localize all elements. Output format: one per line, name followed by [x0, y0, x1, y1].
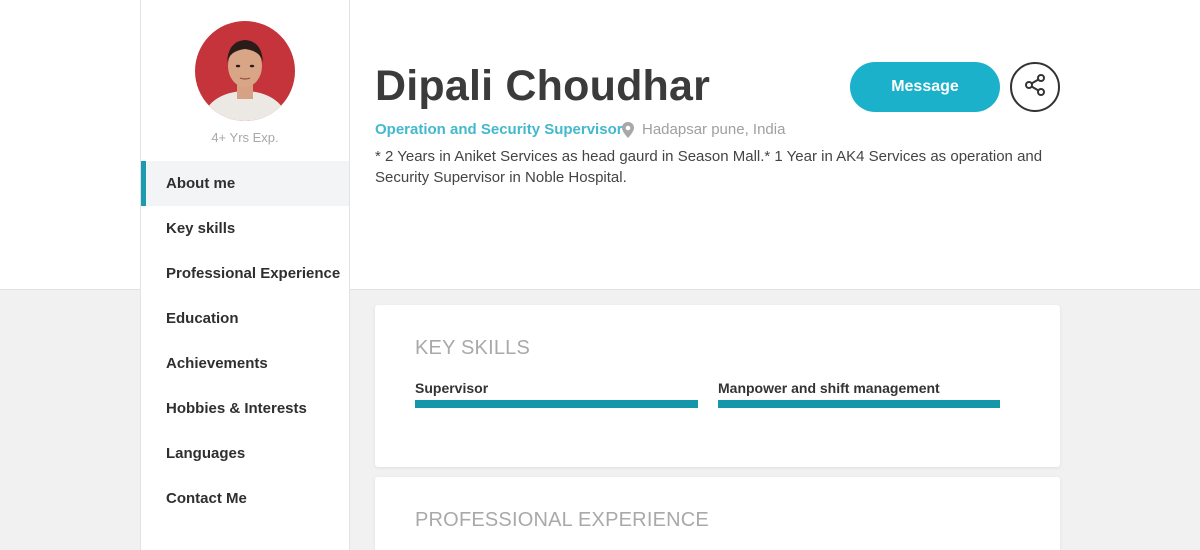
share-icon — [1023, 73, 1047, 102]
profile-summary: * 2 Years in Aniket Services as head gau… — [375, 148, 1043, 186]
professional-experience-card: PROFESSIONAL EXPERIENCE — [375, 477, 1060, 550]
profile-sidebar: 4+ Yrs Exp. About me Key skills Professi… — [140, 0, 350, 550]
skill-name: Manpower and shift management — [718, 380, 940, 396]
sidebar-item-education[interactable]: Education — [141, 296, 349, 341]
share-button[interactable] — [1010, 62, 1060, 112]
skill-name: Supervisor — [415, 380, 489, 396]
sidebar-nav: About me Key skills Professional Experie… — [141, 161, 349, 521]
message-button[interactable]: Message — [850, 62, 1000, 112]
experience-years: 4+ Yrs Exp. — [211, 130, 279, 145]
profile-location: Hadapsar pune, India — [621, 121, 785, 138]
sidebar-item-languages[interactable]: Languages — [141, 431, 349, 476]
location-pin-icon — [621, 121, 635, 138]
key-skills-heading: KEY SKILLS — [415, 337, 531, 359]
sidebar-item-contact-me[interactable]: Contact Me — [141, 476, 349, 521]
sidebar-item-professional-experience[interactable]: Professional Experience — [141, 251, 349, 296]
professional-experience-heading: PROFESSIONAL EXPERIENCE — [415, 509, 709, 531]
sidebar-item-achievements[interactable]: Achievements — [141, 341, 349, 386]
skill-item: Manpower and shift management — [718, 380, 1000, 408]
profile-name: Dipali Choudhar — [375, 62, 711, 110]
sidebar-item-about-me[interactable]: About me — [141, 161, 349, 206]
skill-level-fill — [415, 400, 698, 408]
sidebar-item-hobbies-interests[interactable]: Hobbies & Interests — [141, 386, 349, 431]
sidebar-item-key-skills[interactable]: Key skills — [141, 206, 349, 251]
skill-item: Supervisor — [415, 380, 698, 408]
profile-job-title: Operation and Security Supervisor — [375, 121, 623, 138]
skill-level-fill — [718, 400, 1000, 408]
avatar — [195, 21, 295, 121]
key-skills-card: KEY SKILLS Supervisor Manpower and shift… — [375, 305, 1060, 467]
location-text: Hadapsar pune, India — [642, 121, 786, 138]
skill-level-bar — [718, 400, 1000, 408]
skill-level-bar — [415, 400, 698, 408]
